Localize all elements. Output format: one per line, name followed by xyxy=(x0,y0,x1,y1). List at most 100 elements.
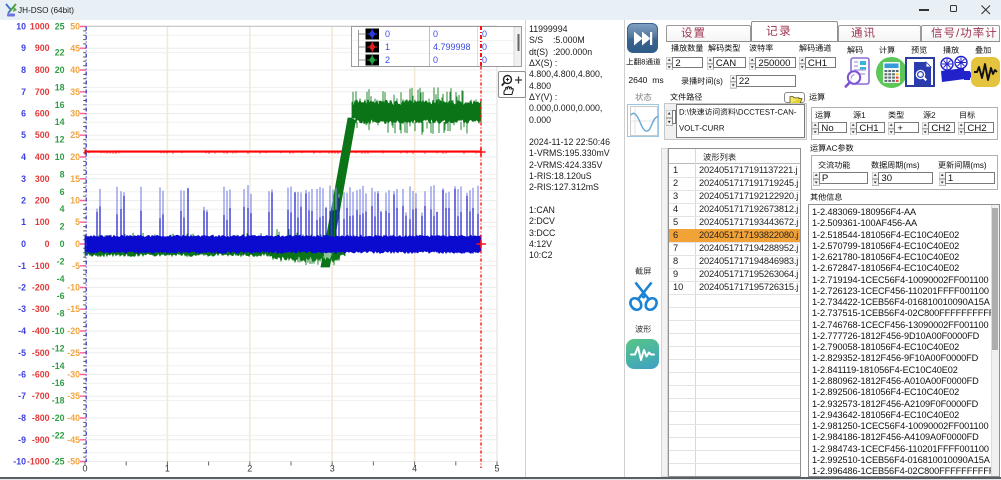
svg-text:-400: -400 xyxy=(32,326,50,336)
svg-text:0: 0 xyxy=(433,55,438,65)
svg-text:8: 8 xyxy=(21,65,26,75)
svg-text:500: 500 xyxy=(35,130,50,140)
svg-text:16: 16 xyxy=(55,100,65,110)
svg-text:-600: -600 xyxy=(32,370,50,380)
svg-text:4: 4 xyxy=(60,204,65,214)
svg-text:0: 0 xyxy=(482,42,487,52)
svg-text:1: 1 xyxy=(385,42,390,52)
svg-text:-6: -6 xyxy=(18,370,26,380)
svg-text:200: 200 xyxy=(35,196,50,206)
svg-text:-900: -900 xyxy=(32,435,50,445)
svg-text:15: 15 xyxy=(70,174,80,184)
svg-text:-5: -5 xyxy=(72,261,80,271)
svg-text:300: 300 xyxy=(35,174,50,184)
svg-text:-10: -10 xyxy=(52,326,65,336)
svg-text:-22: -22 xyxy=(52,430,65,440)
svg-text:0: 0 xyxy=(482,29,487,39)
svg-text:20: 20 xyxy=(70,152,80,162)
svg-text:3: 3 xyxy=(330,464,335,474)
svg-text:22: 22 xyxy=(55,48,65,58)
svg-text:0: 0 xyxy=(21,239,26,249)
svg-text:35: 35 xyxy=(70,87,80,97)
svg-text:1: 1 xyxy=(21,217,26,227)
svg-text:2: 2 xyxy=(247,464,252,474)
svg-text:1000: 1000 xyxy=(30,22,50,32)
svg-text:12: 12 xyxy=(55,135,65,145)
svg-text:25: 25 xyxy=(70,130,80,140)
svg-text:-2: -2 xyxy=(57,256,65,266)
svg-text:-6: -6 xyxy=(57,291,65,301)
svg-text:-40: -40 xyxy=(67,413,80,423)
svg-text:800: 800 xyxy=(35,65,50,75)
svg-text:4.799998: 4.799998 xyxy=(433,42,471,52)
svg-text:-12: -12 xyxy=(52,343,65,353)
svg-text:-700: -700 xyxy=(32,391,50,401)
svg-text:6: 6 xyxy=(21,109,26,119)
svg-text:-20: -20 xyxy=(52,413,65,423)
svg-text:10: 10 xyxy=(55,152,65,162)
svg-text:-15: -15 xyxy=(67,304,80,314)
svg-text:-4: -4 xyxy=(57,274,65,284)
svg-text:-8: -8 xyxy=(57,309,65,319)
svg-text:-500: -500 xyxy=(32,348,50,358)
svg-text:6: 6 xyxy=(60,187,65,197)
svg-text:7: 7 xyxy=(21,87,26,97)
svg-text:0: 0 xyxy=(385,29,390,39)
svg-text:-50: -50 xyxy=(67,457,80,467)
svg-text:-2: -2 xyxy=(18,283,26,293)
svg-text:14: 14 xyxy=(55,117,65,127)
svg-text:5: 5 xyxy=(494,464,499,474)
svg-text:0: 0 xyxy=(82,464,87,474)
svg-text:600: 600 xyxy=(35,109,50,119)
svg-text:-1000: -1000 xyxy=(27,457,50,467)
svg-text:5: 5 xyxy=(75,217,80,227)
svg-text:-35: -35 xyxy=(67,391,80,401)
svg-text:2: 2 xyxy=(385,55,390,65)
svg-text:0: 0 xyxy=(75,239,80,249)
svg-text:-1: -1 xyxy=(18,261,26,271)
svg-text:700: 700 xyxy=(35,87,50,97)
svg-text:-18: -18 xyxy=(52,396,65,406)
svg-text:-4: -4 xyxy=(18,326,26,336)
svg-text:25: 25 xyxy=(55,22,65,32)
svg-text:0: 0 xyxy=(433,29,438,39)
svg-text:20: 20 xyxy=(55,65,65,75)
svg-text:-25: -25 xyxy=(67,348,80,358)
svg-text:100: 100 xyxy=(35,217,50,227)
svg-text:-25: -25 xyxy=(52,457,65,467)
svg-text:-10: -10 xyxy=(67,283,80,293)
svg-text:-3: -3 xyxy=(18,304,26,314)
svg-text:0: 0 xyxy=(482,55,487,65)
svg-text:400: 400 xyxy=(35,152,50,162)
svg-text:-7: -7 xyxy=(18,391,26,401)
svg-text:18: 18 xyxy=(55,82,65,92)
svg-text:10: 10 xyxy=(70,196,80,206)
svg-text:30: 30 xyxy=(70,109,80,119)
svg-text:-10: -10 xyxy=(13,457,26,467)
svg-text:1: 1 xyxy=(165,464,170,474)
svg-text:9: 9 xyxy=(21,43,26,53)
svg-text:8: 8 xyxy=(60,169,65,179)
svg-text:-30: -30 xyxy=(67,370,80,380)
svg-text:-100: -100 xyxy=(32,261,50,271)
svg-text:900: 900 xyxy=(35,43,50,53)
svg-text:-9: -9 xyxy=(18,435,26,445)
svg-text:-800: -800 xyxy=(32,413,50,423)
svg-text:0: 0 xyxy=(60,239,65,249)
svg-text:-5: -5 xyxy=(18,348,26,358)
svg-text:50: 50 xyxy=(70,22,80,32)
svg-text:45: 45 xyxy=(70,43,80,53)
svg-text:40: 40 xyxy=(70,65,80,75)
svg-text:10: 10 xyxy=(16,22,26,32)
svg-text:0: 0 xyxy=(45,239,50,249)
svg-text:4: 4 xyxy=(412,464,417,474)
svg-text:4: 4 xyxy=(21,152,26,162)
svg-text:-16: -16 xyxy=(52,378,65,388)
svg-text:2: 2 xyxy=(21,196,26,206)
svg-text:-300: -300 xyxy=(32,304,50,314)
svg-text:-8: -8 xyxy=(18,413,26,423)
svg-text:5: 5 xyxy=(21,130,26,140)
svg-text:-45: -45 xyxy=(67,435,80,445)
svg-text:-200: -200 xyxy=(32,283,50,293)
svg-text:-20: -20 xyxy=(67,326,80,336)
